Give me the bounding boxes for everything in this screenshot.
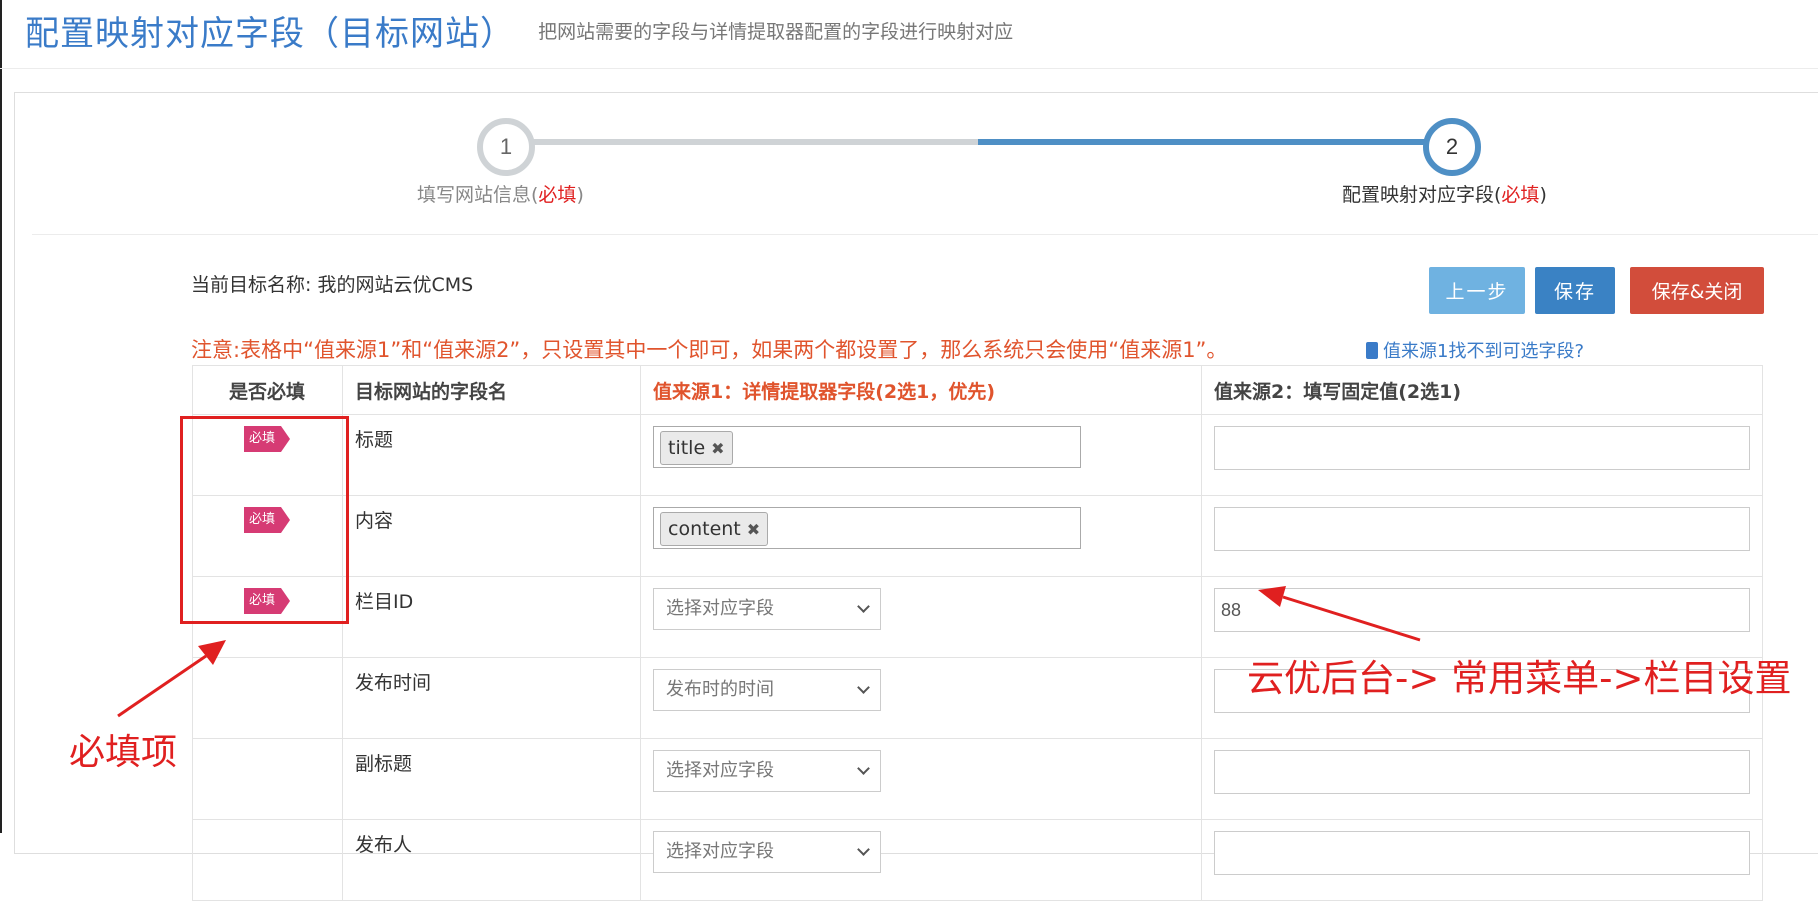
arrow-menu-head [1258,586,1286,607]
annotation-arrows [117,586,1421,718]
fixed-value-input[interactable] [1214,831,1750,875]
arrow-menu-line [1282,595,1421,642]
chevron-down-icon [857,843,870,856]
arrow-required-line [117,654,207,718]
source1-select[interactable]: 选择对应字段 [653,831,881,873]
annotation-required-items: 必填项 [69,732,178,773]
arrow-required-head [198,640,226,665]
annotation-menu-path: 云优后台-> 常用菜单->栏目设置 [1247,657,1792,700]
